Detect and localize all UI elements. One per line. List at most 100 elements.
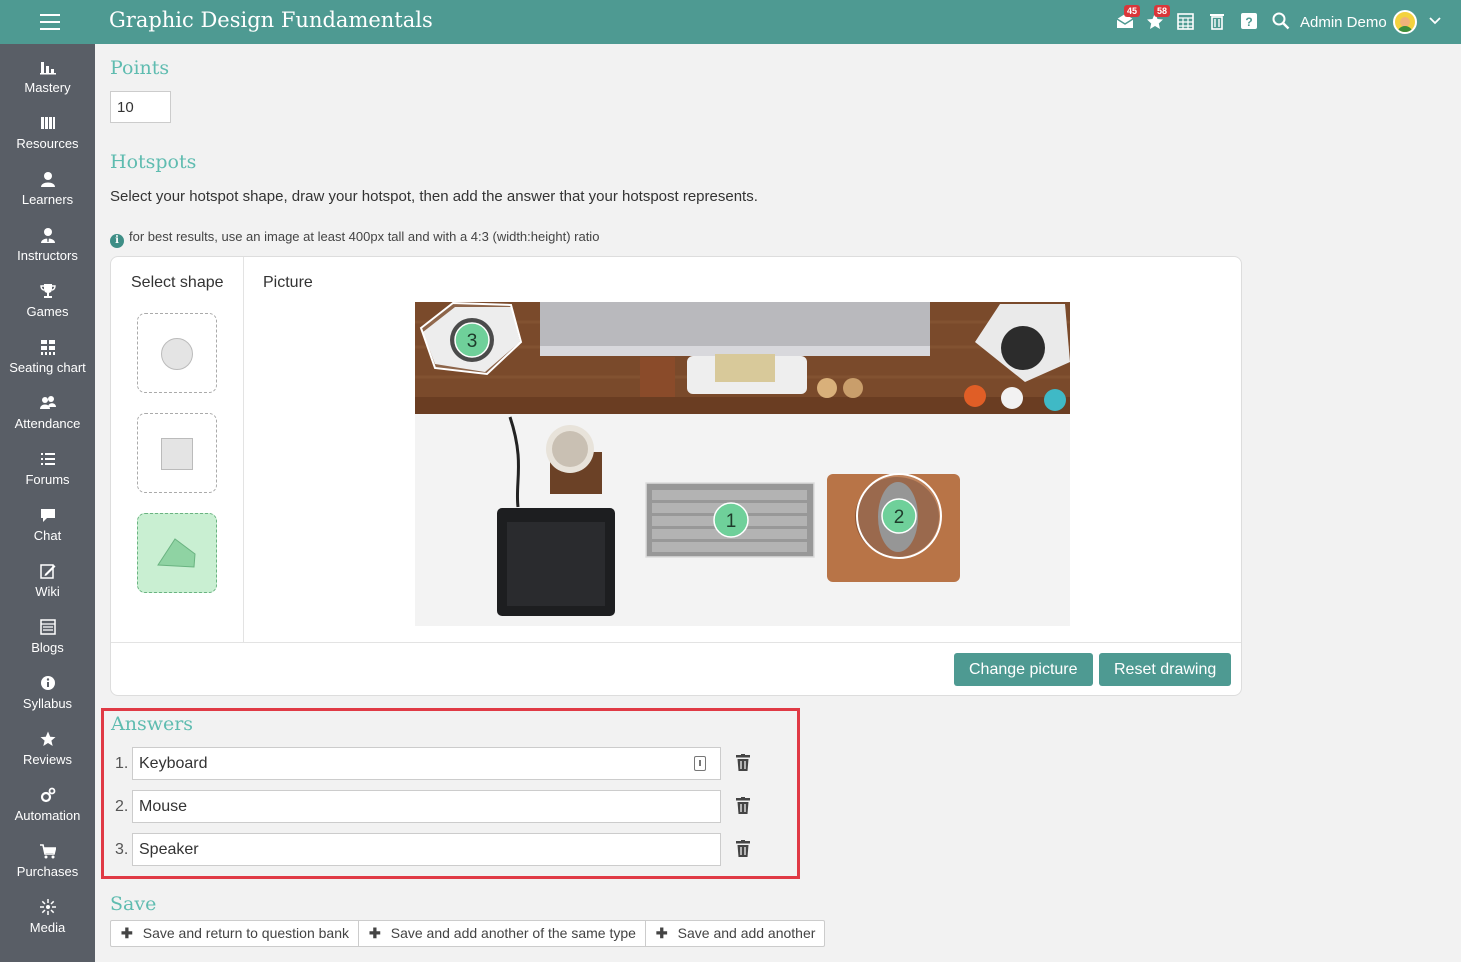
sidebar-item-label: Seating chart — [9, 360, 86, 375]
sidebar-item-purchases[interactable]: Purchases — [0, 843, 95, 899]
blog-icon — [39, 619, 56, 635]
search-icon[interactable] — [1272, 12, 1292, 32]
sidebar-item-label: Blogs — [31, 640, 64, 655]
sidebar-item-label: Chat — [33, 528, 62, 543]
answer-input-2[interactable]: Mouse — [132, 790, 721, 823]
delete-answer-1-icon[interactable] — [735, 754, 751, 772]
picture-label: Picture — [263, 274, 313, 291]
select-shape-label: Select shape — [131, 274, 224, 291]
trash-icon[interactable] — [1209, 12, 1229, 32]
top-bar: Graphic Design Fundamentals 45 58 ? Admi… — [0, 0, 1461, 44]
hotspot-picture[interactable]: 3 1 2 — [415, 302, 1070, 626]
sidebar-item-label: Syllabus — [22, 696, 73, 711]
messages-icon[interactable]: 45 — [1116, 5, 1141, 32]
image-hint-text: for best results, use an image at least … — [129, 229, 600, 244]
sidebar-item-label: Attendance — [14, 416, 81, 431]
hotspots-description: Select your hotspot shape, draw your hot… — [110, 188, 758, 205]
circle-shape-button[interactable] — [137, 313, 217, 393]
sidebar-item-syllabus[interactable]: Syllabus — [0, 675, 95, 731]
sidebar-item-label: Wiki — [35, 584, 60, 599]
avatar[interactable] — [1393, 10, 1417, 34]
change-picture-button[interactable]: Change picture — [954, 653, 1093, 686]
sidebar-item-label: Resources — [16, 136, 79, 151]
sidebar-item-mastery[interactable]: Mastery — [0, 59, 95, 115]
save-and-add-same-type-button[interactable]: ✚ Save and add another of the same type — [359, 921, 646, 946]
sidebar-item-wiki[interactable]: Wiki — [0, 563, 95, 619]
sidebar-item-label: Automation — [14, 808, 81, 823]
sidebar-item-label: Media — [29, 920, 66, 935]
image-hint: i for best results, use an image at least… — [110, 229, 599, 248]
reset-drawing-button[interactable]: Reset drawing — [1099, 653, 1232, 686]
answer-text: Mouse — [139, 798, 188, 815]
save-button-group: ✚ Save and return to question bank ✚ Save … — [110, 920, 826, 947]
list-icon — [40, 453, 55, 465]
sidebar-item-attendance[interactable]: Attendance — [0, 395, 95, 451]
gears-icon — [40, 787, 55, 803]
hotspot-marker-1[interactable]: 1 — [726, 511, 737, 532]
hotspot-editor: Select shape Picture 3 1 2 Change pictur… — [110, 256, 1242, 696]
chat-icon — [40, 509, 55, 522]
hotspot-marker-2[interactable]: 2 — [894, 507, 905, 528]
edit-icon — [39, 564, 55, 579]
polygon-shape-button[interactable] — [137, 513, 217, 593]
help-icon[interactable]: ? — [1241, 12, 1261, 32]
answer-text: Keyboard — [139, 755, 208, 772]
delete-answer-2-icon[interactable] — [735, 797, 751, 815]
menu-icon[interactable] — [40, 14, 60, 30]
sidebar-item-seating-chart[interactable]: Seating chart — [0, 339, 95, 395]
plus-icon: ✚ — [369, 925, 381, 941]
svg-text:?: ? — [1245, 15, 1252, 29]
sidebar-item-forums[interactable]: Forums — [0, 451, 95, 507]
sidebar-item-learners[interactable]: Learners — [0, 171, 95, 227]
sidebar-item-chat[interactable]: Chat — [0, 507, 95, 563]
notifications-icon[interactable]: 58 — [1146, 5, 1171, 32]
answer-number: 3. — [115, 841, 129, 858]
keyboard-icon[interactable] — [694, 756, 706, 771]
sidebar-item-instructors[interactable]: Instructors — [0, 227, 95, 283]
delete-answer-3-icon[interactable] — [735, 840, 751, 858]
sidebar-item-resources[interactable]: Resources — [0, 115, 95, 171]
hotspot-marker-3[interactable]: 3 — [467, 331, 478, 352]
sidebar-item-label: Forums — [25, 472, 70, 487]
rectangle-shape-button[interactable] — [137, 413, 217, 493]
rectangle-shape-icon — [161, 438, 193, 470]
answer-number: 2. — [115, 798, 129, 815]
plus-icon: ✚ — [655, 925, 668, 941]
sidebar-item-label: Instructors — [17, 248, 78, 263]
sidebar-item-games[interactable]: Games — [0, 283, 95, 339]
sidebar-item-label: Mastery — [24, 80, 71, 95]
info-icon — [40, 676, 55, 690]
seating-icon — [40, 340, 55, 355]
group-icon — [39, 396, 56, 409]
sidebar-item-reviews[interactable]: Reviews — [0, 731, 95, 787]
user-name[interactable]: Admin Demo — [1300, 14, 1387, 31]
info-icon: i — [110, 234, 124, 248]
star-icon — [40, 731, 55, 746]
points-input[interactable] — [110, 91, 171, 123]
save-heading: Save — [110, 893, 157, 915]
books-icon — [40, 117, 55, 129]
messages-badge: 45 — [1124, 5, 1141, 17]
course-title[interactable]: Graphic Design Fundamentals — [109, 8, 433, 32]
instructor-icon — [40, 228, 55, 243]
save-and-add-another-button[interactable]: ✚ Save and add another — [646, 921, 825, 946]
notifications-badge: 58 — [1154, 5, 1171, 17]
cart-icon — [39, 844, 56, 859]
answer-text: Speaker — [139, 841, 199, 858]
user-icon — [40, 172, 55, 187]
save-and-return-button[interactable]: ✚ Save and return to question bank — [111, 921, 359, 946]
desk-photo[interactable]: 3 1 2 — [415, 302, 1070, 626]
sidebar-item-automation[interactable]: Automation — [0, 787, 95, 843]
calendar-icon[interactable] — [1177, 12, 1197, 32]
answer-input-3[interactable]: Speaker — [132, 833, 721, 866]
plus-icon: ✚ — [121, 925, 133, 941]
answer-input-1[interactable]: Keyboard — [132, 747, 721, 780]
sidebar-item-blogs[interactable]: Blogs — [0, 619, 95, 675]
chevron-down-icon[interactable] — [1428, 14, 1442, 28]
sidebar-item-label: Learners — [21, 192, 74, 207]
points-heading: Points — [110, 57, 170, 79]
sidebar-item-media[interactable]: Media — [0, 899, 95, 955]
sidebar-item-label: Purchases — [16, 864, 79, 879]
sidebar-item-label: Games — [26, 304, 69, 319]
trophy-icon — [39, 284, 56, 298]
